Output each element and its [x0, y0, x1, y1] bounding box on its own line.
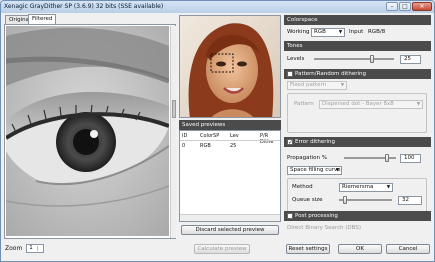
queue-size-slider[interactable] — [343, 196, 348, 204]
working-colorspace-select[interactable]: RGB ▼ — [311, 28, 345, 37]
minimize-button[interactable]: – — [386, 2, 398, 11]
pattern-label: Pattern — [294, 101, 314, 107]
column-header-id[interactable]: ID — [182, 133, 187, 139]
saved-previews-table[interactable]: ID ColorSP Lev P/R Dithe 0 RGB 25 — [179, 130, 281, 222]
ok-button[interactable]: OK — [338, 244, 382, 254]
discard-preview-button[interactable]: Discard selected preview — [181, 225, 279, 235]
chevron-down-icon: ▼ — [416, 102, 421, 107]
method-label: Method — [292, 184, 313, 190]
chevron-down-icon: ▼ — [338, 30, 343, 35]
tab-filtered[interactable]: Filtered — [28, 14, 57, 24]
pattern-group — [287, 93, 427, 133]
pattern-dithering-checkbox[interactable] — [287, 71, 293, 77]
chevron-down-icon: ▼ — [386, 185, 391, 190]
tones-header: Tones — [284, 41, 431, 51]
levels-input[interactable]: 25 — [400, 55, 421, 64]
viewer-vertical-scrollbar[interactable] — [170, 26, 176, 238]
input-label: Input — [349, 29, 364, 35]
filtered-image — [6, 26, 169, 236]
pattern-dithering-header: Pattern/Random dithering — [284, 69, 431, 79]
window-title: Xenagic GrayDither SP (3.6.9) 32 bits (S… — [4, 3, 164, 10]
settings-panel: Colorspace Working RGB ▼ Input RGB/8 Tone… — [284, 15, 431, 235]
working-label: Working — [287, 29, 310, 35]
error-dithering-header: Error dithering — [284, 137, 431, 148]
queue-size-input[interactable]: 32 — [398, 196, 422, 205]
post-processing-header: Post processing — [284, 211, 431, 221]
cancel-button[interactable]: Cancel — [386, 244, 430, 254]
zoom-stepper[interactable]: 1 — [26, 243, 45, 253]
propagation-slider[interactable] — [384, 154, 389, 162]
image-viewer[interactable] — [4, 24, 176, 239]
saved-previews-header: Saved previews — [179, 120, 281, 130]
original-thumbnail[interactable] — [179, 15, 281, 118]
curve-value: Space filling curve — [290, 167, 341, 173]
levels-slider[interactable] — [369, 55, 374, 63]
dbs-label: Direct Binary Search (DBS) — [287, 225, 361, 231]
zoom-label: Zoom — [5, 244, 23, 252]
reset-settings-button[interactable]: Reset settings — [286, 244, 330, 254]
scrollbar-thumb[interactable] — [172, 100, 176, 118]
cell-colorsp: RGB — [200, 143, 211, 149]
post-processing-title: Post processing — [295, 213, 338, 219]
propagation-input[interactable]: 100 — [400, 154, 421, 163]
calculate-preview-button[interactable]: Calculate preview — [194, 244, 250, 254]
close-button[interactable]: ✕ — [412, 2, 432, 11]
column-header-lev[interactable]: Lev — [230, 133, 239, 139]
levels-label: Levels — [287, 56, 305, 62]
post-processing-checkbox[interactable] — [287, 213, 293, 219]
title-bar: Xenagic GrayDither SP (3.6.9) 32 bits (S… — [1, 1, 434, 13]
input-colorspace-value: RGB/8 — [368, 29, 386, 35]
zoom-row: Zoom 1 — [5, 243, 45, 253]
method-value: Riemersma — [342, 184, 374, 190]
working-colorspace-value: RGB — [314, 29, 326, 35]
colorspace-header: Colorspace — [284, 15, 431, 25]
maximize-button[interactable]: □ — [399, 2, 411, 11]
propagation-label: Propagation % — [287, 155, 327, 161]
column-header-colorsp[interactable]: ColorSP — [200, 133, 219, 139]
app-window: Xenagic GrayDither SP (3.6.9) 32 bits (S… — [0, 0, 435, 262]
column-header-pr[interactable]: P/R Dithe — [260, 133, 280, 145]
tab-filtered-label: Filtered — [32, 16, 53, 22]
pattern-mode-value: Fixed pattern — [290, 82, 327, 88]
pattern-dithering-title: Pattern/Random dithering — [295, 71, 366, 77]
pattern-mode-select[interactable]: Fixed pattern ▼ — [287, 81, 347, 90]
chevron-down-icon: ▼ — [335, 168, 340, 173]
pattern-value: Dispersed dot - Bayer 8x8 — [322, 101, 394, 107]
error-dithering-checkbox[interactable] — [287, 138, 293, 148]
curve-select[interactable]: Space filling curve ▼ — [287, 166, 342, 175]
levels-slider-track[interactable] — [314, 58, 394, 60]
cell-lev: 25 — [230, 143, 237, 149]
chevron-down-icon: ▼ — [340, 83, 345, 88]
pattern-select[interactable]: Dispersed dot - Bayer 8x8 ▼ — [319, 100, 423, 109]
cell-id: 0 — [182, 143, 186, 149]
table-horizontal-scrollbar[interactable] — [180, 214, 280, 221]
method-select[interactable]: Riemersma ▼ — [339, 183, 393, 192]
error-dithering-title: Error dithering — [295, 139, 335, 145]
queue-size-label: Queue size — [292, 197, 323, 203]
